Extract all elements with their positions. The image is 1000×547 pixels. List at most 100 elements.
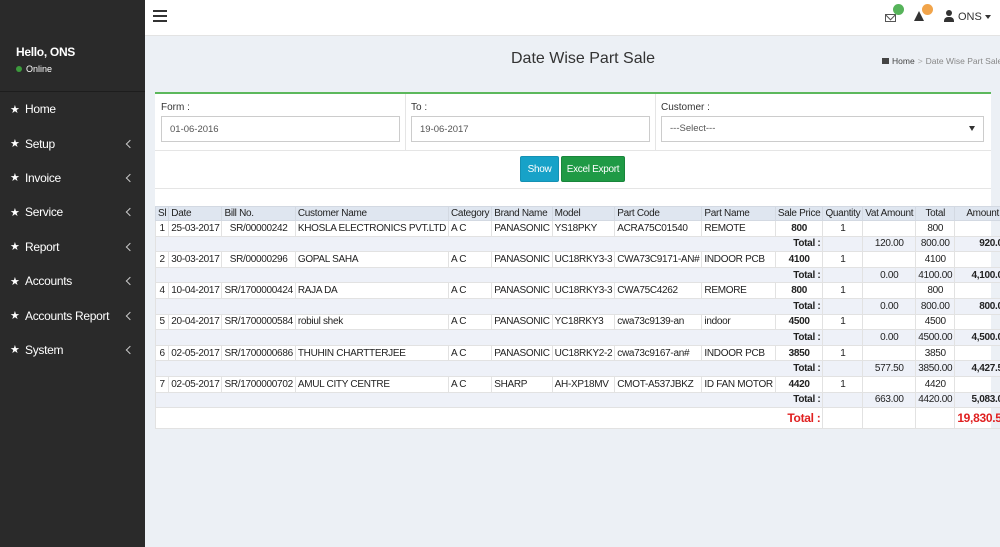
subtotal-label: Total : [154,329,824,346]
column-header[interactable]: Sale Price [774,206,824,221]
table-cell: 02-05-2017 [168,375,223,393]
table-cell: GOPAL SAHA [294,251,450,268]
table-cell: CMOT-A537JBKZ [614,375,703,393]
table-cell: A C [448,251,493,268]
user-panel: Hello, ONS Online [0,0,145,92]
column-header[interactable]: Part Code [614,206,703,221]
sidebar-item-accounts-report[interactable]: ★ Accounts Report [0,298,145,332]
chevron-left-icon [125,242,135,251]
subtotal-value: 800.00 [915,297,956,315]
table-cell [954,251,1000,268]
sidebar-item-accounts[interactable]: ★ Accounts [0,264,145,298]
show-button[interactable]: Show [520,156,559,182]
column-header[interactable]: Model [551,206,616,221]
to-date-group: To : [405,94,655,150]
star-icon: ★ [10,310,20,323]
mail-badge [893,4,904,15]
row-amount: 800.00 [954,297,1000,315]
table-cell: 7 [154,375,170,393]
user-menu[interactable]: ONS [958,11,991,23]
star-icon: ★ [10,138,20,151]
table-cell: UC18RKY3-3 [551,282,616,299]
alert-badge [922,4,933,15]
column-header[interactable]: Customer Name [294,206,450,221]
table-cell [915,407,956,430]
table-cell: 800 [774,282,824,299]
excel-export-button[interactable]: Excel Export [561,156,625,182]
table-cell: 3850 [915,344,956,362]
table-cell: INDOOR PCB [701,251,776,268]
sidebar-item-system[interactable]: ★ System [0,333,145,367]
star-icon: ★ [10,241,20,254]
vat-amount: 663.00 [862,391,917,409]
table-cell: 800 [915,282,956,299]
column-header[interactable]: Part Name [701,206,776,221]
table-cell: SR/00000296 [221,251,296,268]
subtotal-value: 4420.00 [915,391,956,409]
column-header[interactable]: Brand Name [491,206,553,221]
table-cell: 4420 [915,375,956,393]
column-header[interactable]: Date [168,206,223,221]
table-cell: UC18RKY2-2 [551,344,616,362]
divider [155,150,991,151]
breadcrumb-separator: > [917,56,923,66]
subtotal-label: Total : [154,266,824,284]
vat-amount: 577.50 [862,360,917,377]
table-cell: 2 [154,251,170,268]
table-cell: 5 [154,313,170,331]
table-cell: PANASONIC [491,220,553,237]
from-date-input[interactable] [161,116,400,142]
sidebar-item-service[interactable]: ★ Service [0,195,145,229]
table-cell: 800 [774,220,824,237]
top-header: ONS [145,0,1000,36]
breadcrumb-home[interactable]: Home [892,56,915,66]
table-cell [822,407,864,430]
subtotal-value: 3850.00 [915,360,956,377]
part-sale-table: Sl Date Bill No. Customer Name Category Brand… [154,206,1000,430]
table-cell: ACRA75C01540 [614,220,703,237]
table-cell [822,360,864,377]
column-header[interactable]: Vat Amount [862,206,917,221]
sidebar-item-invoice[interactable]: ★ Invoice [0,161,145,195]
column-header[interactable]: Total [915,206,956,221]
sidebar-item-label: Setup [25,136,55,151]
table-cell: 1 [822,344,864,362]
table-row: 6 02-05-2017 SR/1700000686 THUHIN CHARTTERJ… [154,344,1000,362]
star-icon: ★ [10,344,20,357]
chevron-left-icon [125,208,135,217]
customer-select[interactable]: ---Select--- [661,116,984,142]
sidebar-item-home[interactable]: ★ Home [0,92,145,126]
subtotal-value: 4100.00 [915,266,956,284]
subtotal-label: Total : [154,235,824,253]
table-cell: PANASONIC [491,251,553,268]
sidebar-item-setup[interactable]: ★ Setup [0,126,145,160]
column-header[interactable]: Amount [954,206,1000,221]
column-header[interactable]: Category [448,206,493,221]
table-cell: 4500 [915,313,956,331]
breadcrumb: Home > Date Wise Part Sale [882,56,1000,66]
user-icon[interactable] [944,10,954,22]
table-cell: THUHIN CHARTTERJEE [294,344,450,362]
sidebar-item-report[interactable]: ★ Report [0,230,145,264]
table-cell: AH-XP18MV [551,375,616,393]
table-cell: 10-04-2017 [168,282,223,299]
table-cell: 02-05-2017 [168,344,223,362]
row-amount: 4,500.00 [954,329,1000,346]
table-cell [954,375,1000,393]
column-header[interactable]: Quantity [822,206,864,221]
column-header[interactable]: Bill No. [221,206,296,221]
column-header[interactable]: Sl [154,206,170,221]
table-cell: ID FAN MOTOR [701,375,776,393]
table-cell: cwa73c9139-an [614,313,703,331]
table-cell: 3850 [774,344,824,362]
table-cell [822,329,864,346]
grand-total-row: Total : 19,830.50 [154,407,1000,430]
star-icon: ★ [10,275,20,288]
table-row: 5 20-04-2017 SR/1700000584 robiul shek A C PA… [154,313,1000,331]
table-cell: SHARP [491,375,553,393]
from-date-group: Form : [155,94,405,150]
star-icon: ★ [10,206,20,219]
menu-icon[interactable] [153,10,167,22]
to-date-input[interactable] [411,116,650,142]
envelope-icon[interactable] [885,14,896,22]
